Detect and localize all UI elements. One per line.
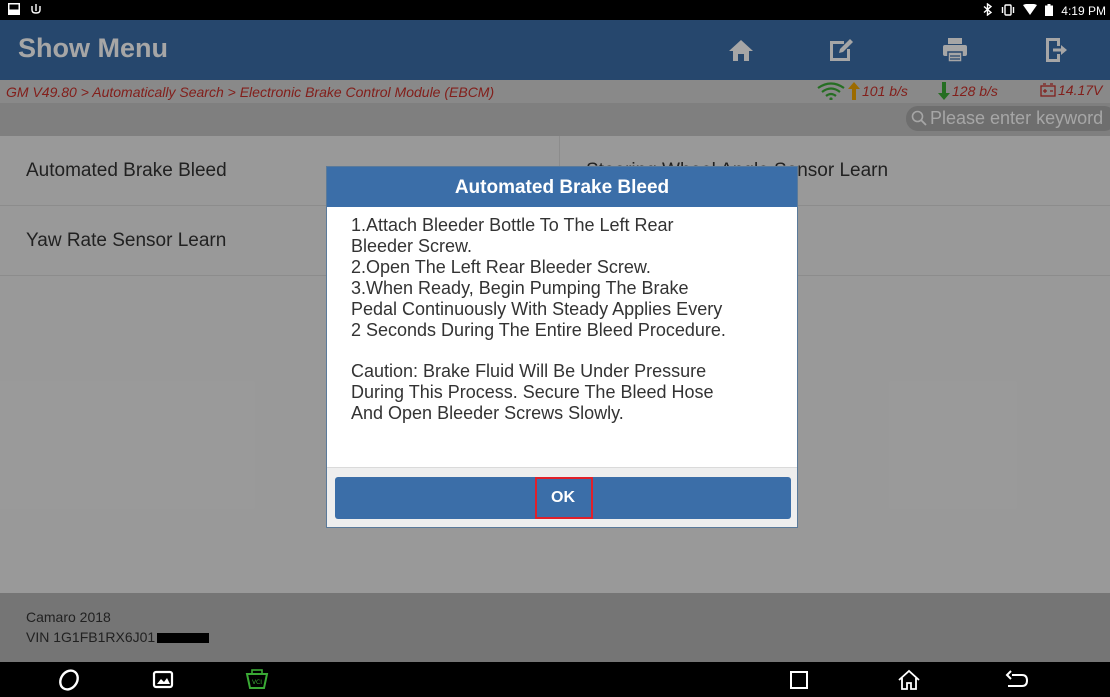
dialog-title: Automated Brake Bleed <box>327 167 797 207</box>
wifi-icon <box>1023 3 1038 18</box>
back-icon[interactable] <box>1004 667 1030 693</box>
recent-apps-icon[interactable] <box>786 667 812 693</box>
android-nav-bar: VCI <box>0 662 1110 697</box>
notification-image-icon <box>8 3 20 18</box>
battery-icon <box>1045 3 1054 19</box>
browser-icon[interactable] <box>56 667 82 693</box>
brake-bleed-dialog: Automated Brake Bleed 1.Attach Bleeder B… <box>326 166 798 528</box>
vibrate-icon <box>1001 3 1015 19</box>
notification-usb-icon <box>30 3 42 18</box>
dialog-steps: 1.Attach Bleeder Bottle To The Left Rear… <box>351 215 726 340</box>
gallery-icon[interactable] <box>150 667 176 693</box>
home-nav-icon[interactable] <box>896 667 922 693</box>
clock: 4:19 PM <box>1061 4 1106 18</box>
vci-icon[interactable]: VCI <box>244 667 270 693</box>
svg-text:VCI: VCI <box>252 679 262 686</box>
bluetooth-icon <box>983 2 993 19</box>
ok-highlight-box <box>535 477 593 519</box>
dialog-body: 1.Attach Bleeder Bottle To The Left Rear… <box>351 215 791 424</box>
status-bar: 4:19 PM <box>0 0 1110 20</box>
dialog-caution: Caution: Brake Fluid Will Be Under Press… <box>351 361 714 423</box>
